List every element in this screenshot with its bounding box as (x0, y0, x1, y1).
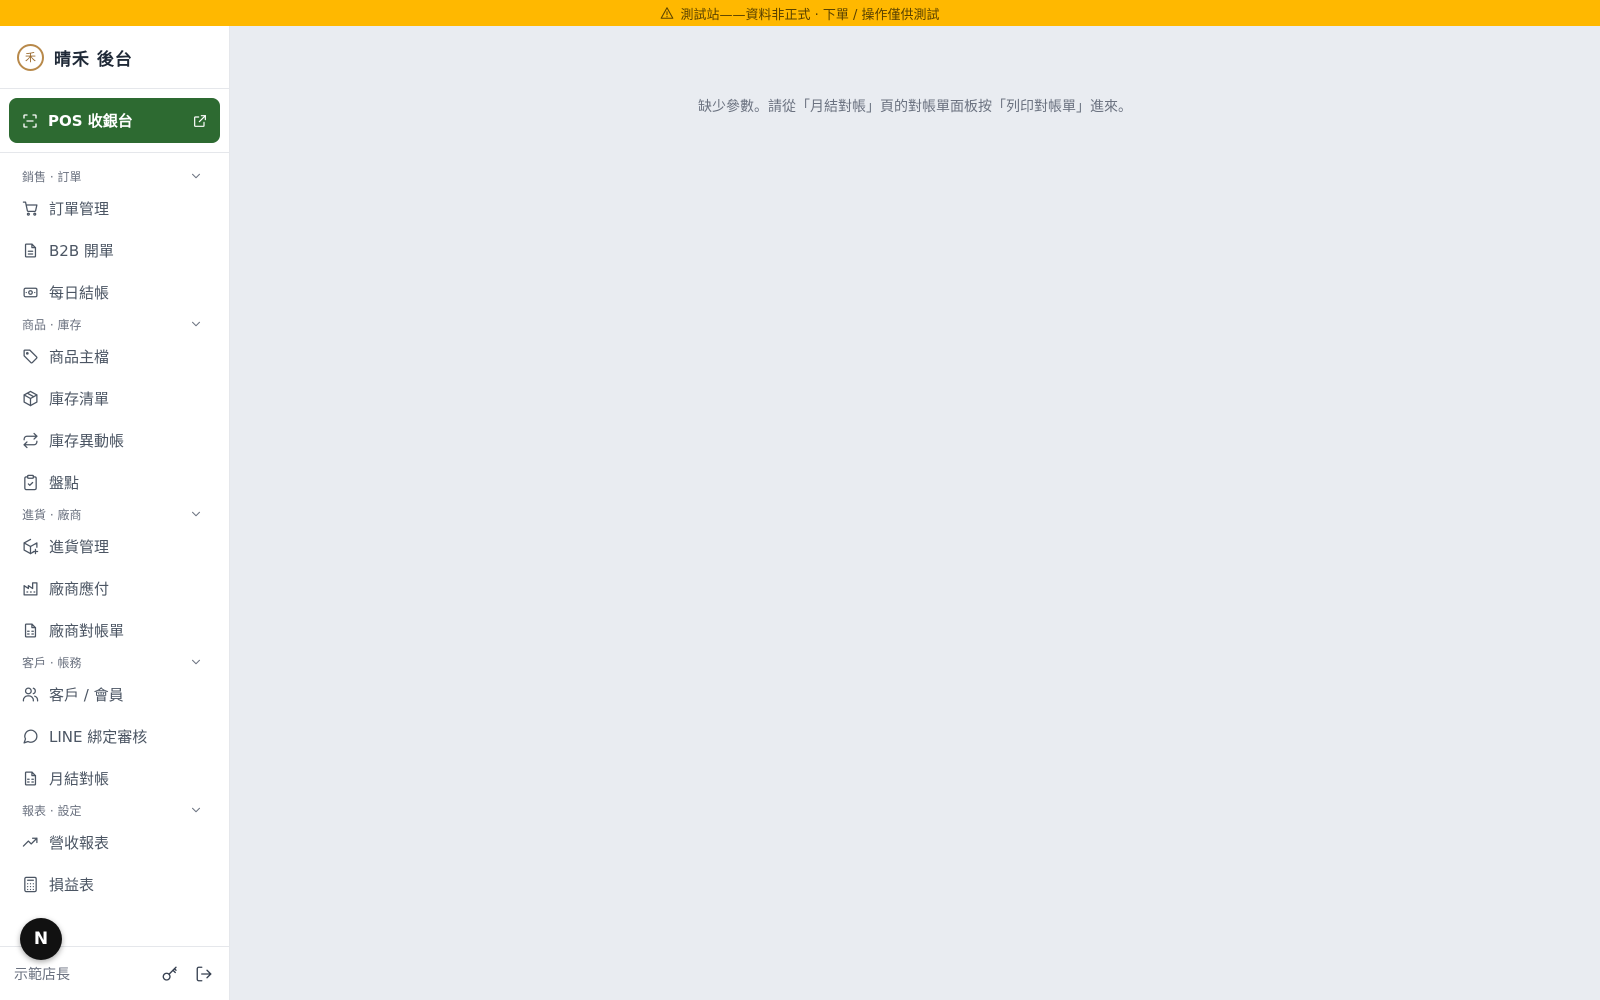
cart-icon (22, 200, 38, 216)
sidebar-item-label: 月結對帳 (49, 769, 110, 788)
users-icon (22, 686, 39, 702)
chevron-down-icon (191, 511, 201, 517)
sidebar-item-label: 進貨管理 (49, 537, 110, 556)
trending-up-icon (22, 837, 38, 847)
current-user-name: 示範店長 (14, 966, 70, 983)
calculator-icon (24, 876, 37, 892)
nav-group-reports-settings[interactable]: 報表 · 設定 (0, 799, 229, 821)
warning-icon (661, 7, 674, 19)
brand-header[interactable]: 禾 晴禾 後台 (0, 26, 229, 89)
chevron-down-icon (191, 659, 201, 665)
brand-logo: 禾 (17, 43, 44, 71)
dev-tools-badge[interactable]: N (20, 918, 62, 960)
nav-group-products-inventory[interactable]: 商品 · 庫存 (0, 313, 229, 335)
chevron-down-icon (191, 807, 201, 813)
external-link-icon (194, 114, 206, 127)
document-icon (24, 242, 37, 258)
chevron-down-icon (191, 321, 201, 327)
sidebar-item-label: 商品主檔 (49, 347, 110, 366)
sidebar-item-daily-checkout[interactable]: 每日結帳 (0, 271, 229, 313)
sidebar-item-label: 廠商應付 (49, 579, 110, 598)
chevron-down-icon (191, 173, 201, 179)
sidebar-item-vendor-payables[interactable]: 廠商應付 (0, 567, 229, 609)
sidebar-item-label: 營收報表 (49, 833, 110, 852)
logout-icon[interactable] (195, 965, 213, 983)
spreadsheet-icon (24, 770, 37, 786)
sidebar-item-line-binding[interactable]: LINE 綁定審核 (0, 715, 229, 757)
sidebar-item-orders[interactable]: 訂單管理 (0, 187, 229, 229)
sidebar-item-label: 庫存清單 (49, 389, 110, 408)
repeat-icon (23, 432, 38, 448)
sidebar-item-label: 每日結帳 (49, 283, 110, 302)
nav-group-title: 商品 · 庫存 (22, 317, 82, 332)
sidebar-item-label: B2B 開單 (49, 241, 114, 260)
missing-params-message: 缺少參數。請從「月結對帳」頁的對帳單面板按「列印對帳單」進來。 (698, 99, 1132, 115)
factory-icon (23, 581, 38, 596)
sidebar-item-revenue-report[interactable]: 營收報表 (0, 821, 229, 863)
nav-group-sales-orders[interactable]: 銷售 · 訂單 (0, 165, 229, 187)
spreadsheet-icon (24, 622, 37, 638)
chat-icon (23, 729, 38, 744)
sidebar-item-label: 廠商對帳單 (49, 621, 125, 640)
main-content: 缺少參數。請從「月結對帳」頁的對帳單面板按「列印對帳單」進來。 (230, 26, 1600, 1000)
sidebar-item-purchasing[interactable]: 進貨管理 (0, 525, 229, 567)
tag-icon (23, 348, 38, 363)
pos-register-label: POS 收銀台 (48, 112, 133, 130)
sidebar-item-inventory-list[interactable]: 庫存清單 (0, 377, 229, 419)
nav-group-title: 客戶 · 帳務 (22, 655, 82, 670)
test-site-banner: 測試站——資料非正式 · 下單 / 操作僅供測試 (0, 0, 1600, 26)
sidebar-item-vendor-statements[interactable]: 廠商對帳單 (0, 609, 229, 651)
brand-title: 晴禾 後台 (54, 49, 133, 70)
cash-icon (23, 287, 38, 297)
sidebar: 禾 晴禾 後台 POS 收銀台 銷售 · 訂單 訂單管理 B2B 開單 每日結帳 (0, 26, 230, 1000)
sidebar-item-label: 盤點 (49, 473, 80, 492)
pos-register-button[interactable]: POS 收銀台 (9, 98, 220, 143)
box-icon (23, 390, 38, 406)
banner-text: 測試站——資料非正式 · 下單 / 操作僅供測試 (680, 7, 940, 23)
sidebar-item-stocktake[interactable]: 盤點 (0, 461, 229, 503)
pos-section: POS 收銀台 (0, 89, 229, 153)
nav-group-customers-accounts[interactable]: 客戶 · 帳務 (0, 651, 229, 673)
sidebar-item-label: 損益表 (49, 875, 95, 894)
sidebar-item-monthly-reconciliation[interactable]: 月結對帳 (0, 757, 229, 799)
sidebar-item-label: 客戶 / 會員 (49, 685, 124, 704)
sidebar-item-product-master[interactable]: 商品主檔 (0, 335, 229, 377)
key-icon[interactable] (161, 965, 179, 983)
nav-group-purchasing-vendors[interactable]: 進貨 · 廠商 (0, 503, 229, 525)
nav-group-title: 銷售 · 訂單 (22, 169, 82, 184)
sidebar-item-label: 訂單管理 (49, 199, 110, 218)
sidebar-nav: 銷售 · 訂單 訂單管理 B2B 開單 每日結帳 商品 · 庫存 商品主檔 庫存… (0, 153, 229, 905)
sidebar-item-label: LINE 綁定審核 (49, 727, 148, 746)
sidebar-item-customers[interactable]: 客戶 / 會員 (0, 673, 229, 715)
nav-group-title: 報表 · 設定 (22, 803, 82, 818)
sidebar-item-b2b-order[interactable]: B2B 開單 (0, 229, 229, 271)
sidebar-item-label: 庫存異動帳 (49, 431, 125, 450)
nav-group-title: 進貨 · 廠商 (22, 507, 82, 522)
sidebar-item-inventory-ledger[interactable]: 庫存異動帳 (0, 419, 229, 461)
sidebar-item-profit-loss[interactable]: 損益表 (0, 863, 229, 905)
package-plus-icon (23, 538, 39, 554)
scan-icon (23, 113, 37, 128)
clipboard-check-icon (24, 474, 37, 490)
